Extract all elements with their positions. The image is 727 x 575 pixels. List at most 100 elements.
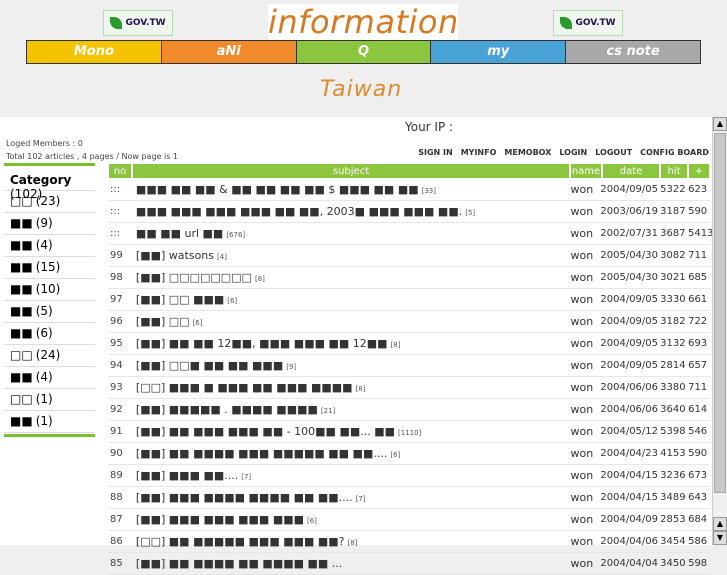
category-item[interactable]: ■■ (1) <box>4 411 95 433</box>
row-hits: 3450 <box>660 553 688 574</box>
row-subject-link[interactable]: [■■] □□□□□□□□ [8] <box>134 267 571 288</box>
row-author[interactable]: won <box>570 289 600 310</box>
row-subject-link[interactable]: [■■] ■■■ ■■■■ ■■■■ ■■ ■■.... [7] <box>134 487 571 508</box>
row-author[interactable]: won <box>570 421 600 442</box>
category-item[interactable]: ■■ (4) <box>4 367 95 389</box>
col-recommend[interactable]: + <box>688 163 710 179</box>
row-author[interactable]: won <box>570 509 600 530</box>
category-item[interactable]: ■■ (5) <box>4 301 95 323</box>
comment-count: [21] <box>320 407 336 415</box>
row-author[interactable]: won <box>570 553 600 574</box>
scroll-down-button[interactable]: ▼ <box>713 531 727 545</box>
nav-my[interactable]: my <box>431 41 567 63</box>
row-hits-text: 2814 <box>660 360 686 371</box>
row-subject-link[interactable]: [■■] ■■ ■■■■ ■■ ■■■■ ■■ ... <box>134 553 571 574</box>
row-number: 91 <box>108 421 134 442</box>
row-author[interactable]: won <box>570 377 600 398</box>
category-item[interactable]: ■■ (9) <box>4 213 95 235</box>
category-label: ■■ <box>10 282 33 296</box>
row-hits-text: 3132 <box>660 338 686 349</box>
row-subject-link[interactable]: [■■] □□■ ■■ ■■ ■■■ [9] <box>134 355 571 376</box>
col-name[interactable]: name <box>570 163 602 179</box>
row-author[interactable]: won <box>570 223 600 244</box>
row-author[interactable]: won <box>570 355 600 376</box>
category-item[interactable]: ■■ (4) <box>4 235 95 257</box>
category-heading-label: Category <box>10 173 72 187</box>
row-author[interactable]: won <box>570 311 600 332</box>
row-author[interactable]: won <box>570 267 600 288</box>
row-subject-link-text: [■■] □□■ ■■ ■■ ■■■ <box>135 359 284 372</box>
row-date: 2004/04/15 <box>600 465 660 486</box>
category-item[interactable]: ■■ (15) <box>4 257 95 279</box>
category-count: (1) <box>35 392 53 406</box>
config-board-link[interactable]: CONFIG BOARD <box>640 148 709 157</box>
nav-cs-note[interactable]: cs note <box>566 41 700 63</box>
row-subject-link[interactable]: [■■] watsons [4] <box>134 245 571 266</box>
row-date: 2005/04/30 <box>600 267 660 288</box>
category-item[interactable]: □□ (24) <box>4 345 95 367</box>
row-author[interactable]: won <box>570 465 600 486</box>
category-item[interactable]: ■■ (6) <box>4 323 95 345</box>
row-author[interactable]: won <box>570 443 600 464</box>
row-subject-link[interactable]: [■■] ■■ ■■■■ ■■■ ■■■■■ ■■ ■■.... [6] <box>134 443 571 464</box>
row-author[interactable]: won <box>570 531 600 552</box>
row-date-text: 2004/04/09 <box>600 514 659 525</box>
category-item[interactable]: □□ (1) <box>4 389 95 411</box>
row-hits-text: 4153 <box>660 448 686 459</box>
row-subject-link[interactable]: [□□] ■■■ ■ ■■■ ■■ ■■■ ■■■■ [8] <box>134 377 571 398</box>
row-author[interactable]: won <box>570 245 600 266</box>
article-table: no subject name date hit + ::: ■■■ ■■ ■■ … <box>108 163 714 575</box>
memobox-link[interactable]: MEMOBOX <box>504 148 551 157</box>
row-subject-link[interactable]: [■■] ■■■ ■■.... [7] <box>134 465 571 486</box>
login-link[interactable]: LOGIN <box>559 148 587 157</box>
row-author[interactable]: won <box>570 333 600 354</box>
row-number-text: 94 <box>110 360 123 371</box>
scrollbar[interactable]: ▲ ▲ ▼ <box>712 117 727 545</box>
row-recommend-text: 5413 <box>688 228 714 239</box>
row-subject-link[interactable]: ■■■ ■■ ■■ & ■■ ■■ ■■ ■■ $ ■■■ ■■ ■■ [33] <box>134 179 571 200</box>
row-date: 2004/09/05 <box>600 179 660 200</box>
nav-mono[interactable]: Mono <box>27 41 162 63</box>
row-author-text: won <box>570 205 594 218</box>
scroll-up-button[interactable]: ▲ <box>713 117 727 131</box>
category-count: (10) <box>35 282 61 296</box>
row-author[interactable]: won <box>570 201 600 222</box>
row-date-text: 2004/04/04 <box>600 558 659 569</box>
scroll-thumb[interactable] <box>714 133 726 493</box>
category-item[interactable]: □□ (23) <box>4 191 95 213</box>
row-subject-link[interactable]: [■■] ■■■■■ . ■■■■ ■■■■ [21] <box>134 399 571 420</box>
row-author[interactable]: won <box>570 179 600 200</box>
category-item[interactable]: ■■ (10) <box>4 279 95 301</box>
row-author[interactable]: won <box>570 487 600 508</box>
gov-tw-badge-left[interactable]: GOV.TW <box>103 10 173 36</box>
row-recommend: 711 <box>688 245 710 266</box>
row-subject-link[interactable]: ■■ ■■ url ■■ [676] <box>134 223 570 244</box>
row-subject-link[interactable]: [□□] ■■ ■■■■■ ■■■ ■■■ ■■? [8] <box>134 531 571 552</box>
col-no[interactable]: no <box>108 163 132 179</box>
row-subject-link[interactable]: ■■■ ■■■ ■■■ ■■■ ■■ ■■, 2003■ ■■■ ■■■ ■■.… <box>134 201 571 222</box>
category-count: (24) <box>35 348 61 362</box>
row-date-text: 2004/09/05 <box>600 360 659 371</box>
site-logo[interactable]: information <box>268 4 458 40</box>
row-author[interactable]: won <box>570 399 600 420</box>
row-author-text: won <box>570 337 594 350</box>
nav-q[interactable]: Q <box>296 41 432 63</box>
sign-in-link[interactable]: SIGN IN <box>418 148 452 157</box>
row-subject-link[interactable]: [■■] □□ [6] <box>134 311 571 332</box>
row-subject-link[interactable]: [■■] ■■ ■■■ ■■■ ■■ - 100■■ ■■... ■■ [1110… <box>134 421 571 442</box>
col-date[interactable]: date <box>602 163 660 179</box>
row-hits-text: 3187 <box>660 206 686 217</box>
gov-tw-badge-right[interactable]: GOV.TW <box>553 10 623 36</box>
row-subject-link[interactable]: [■■] □□ ■■■ [6] <box>134 289 571 310</box>
category-count: (23) <box>35 194 61 208</box>
col-subject[interactable]: subject <box>132 163 570 179</box>
col-hit[interactable]: hit <box>660 163 688 179</box>
row-recommend-text: 546 <box>688 426 708 437</box>
category-label: ■■ <box>10 326 33 340</box>
row-subject-link[interactable]: [■■] ■■■ ■■■ ■■■ ■■■ [6] <box>134 509 571 530</box>
myinfo-link[interactable]: MYINFO <box>461 148 497 157</box>
nav-ani[interactable]: aNi <box>161 41 297 63</box>
scroll-up-button-lower[interactable]: ▲ <box>713 517 727 531</box>
row-subject-link[interactable]: [■■] ■■ ■■ 12■■, ■■■ ■■■ ■■ 12■■ [8] <box>134 333 571 354</box>
logout-link[interactable]: LOGOUT <box>595 148 632 157</box>
